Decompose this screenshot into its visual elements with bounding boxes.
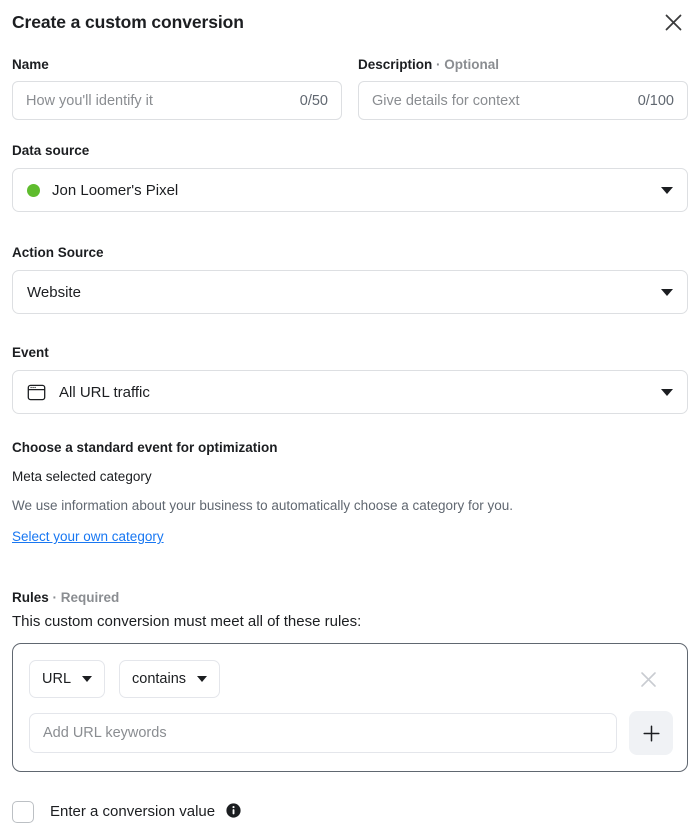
rule-operator-select[interactable]: contains xyxy=(119,660,220,698)
chevron-down-icon xyxy=(661,187,673,194)
chevron-down-icon xyxy=(82,676,92,682)
chevron-down-icon xyxy=(197,676,207,682)
optimization-subheading: Meta selected category xyxy=(12,469,688,484)
close-icon xyxy=(665,14,682,31)
info-icon[interactable] xyxy=(226,803,241,822)
name-description-row: Name How you'll identify it 0/50 Descrip… xyxy=(12,56,688,120)
optimization-heading: Choose a standard event for optimization xyxy=(12,440,688,455)
conversion-value-checkbox[interactable] xyxy=(12,801,34,823)
optimization-section: Choose a standard event for optimization… xyxy=(12,440,688,546)
close-button[interactable] xyxy=(660,9,686,35)
plus-icon xyxy=(642,724,661,743)
rule-parameter-value: URL xyxy=(42,671,71,687)
chevron-down-icon xyxy=(661,289,673,296)
conversion-value-label: Enter a conversion value xyxy=(50,803,241,822)
action-source-group: Action Source Website xyxy=(12,244,688,314)
rules-sentence: This custom conversion must meet all of … xyxy=(12,613,688,630)
name-char-counter: 0/50 xyxy=(300,93,328,109)
action-source-label: Action Source xyxy=(12,244,688,261)
browser-window-icon xyxy=(27,383,46,402)
rule-card: URL contains Add URL keywords xyxy=(12,643,688,772)
description-input[interactable]: Give details for context 0/100 xyxy=(358,81,688,120)
name-label: Name xyxy=(12,56,342,73)
name-field-group: Name How you'll identify it 0/50 xyxy=(12,56,342,120)
description-label-optional: Optional xyxy=(444,57,499,72)
conversion-value-label-text: Enter a conversion value xyxy=(50,803,215,820)
create-custom-conversion-dialog: Create a custom conversion Name How you'… xyxy=(0,0,700,840)
rule-operator-value: contains xyxy=(132,671,186,687)
optimization-description: We use information about your business t… xyxy=(12,497,688,515)
remove-rule-button[interactable] xyxy=(635,666,661,692)
rule-parameter-select[interactable]: URL xyxy=(29,660,105,698)
conversion-value-row: Enter a conversion value xyxy=(12,801,688,823)
rules-label-separator: · xyxy=(53,590,58,605)
event-select[interactable]: All URL traffic xyxy=(12,370,688,414)
dialog-title: Create a custom conversion xyxy=(12,11,244,33)
rules-label: Rules · Required xyxy=(12,589,688,606)
url-keywords-placeholder: Add URL keywords xyxy=(43,725,167,741)
description-label: Description · Optional xyxy=(358,56,688,73)
data-source-label: Data source xyxy=(12,142,688,159)
data-source-select[interactable]: Jon Loomer's Pixel xyxy=(12,168,688,212)
add-keyword-button[interactable] xyxy=(629,711,673,755)
event-group: Event All URL traffic xyxy=(12,344,688,414)
data-source-group: Data source Jon Loomer's Pixel xyxy=(12,142,688,212)
description-input-placeholder: Give details for context xyxy=(372,93,630,109)
rules-section: Rules · Required This custom conversion … xyxy=(12,589,688,772)
description-label-text: Description xyxy=(358,57,432,72)
data-source-value: Jon Loomer's Pixel xyxy=(52,182,651,199)
name-input-placeholder: How you'll identify it xyxy=(26,93,292,109)
rules-label-required: Required xyxy=(61,590,120,605)
select-own-category-link[interactable]: Select your own category xyxy=(12,529,164,544)
event-value: All URL traffic xyxy=(59,384,651,401)
description-field-group: Description · Optional Give details for … xyxy=(358,56,688,120)
active-status-dot xyxy=(27,184,40,197)
chevron-down-icon xyxy=(661,389,673,396)
action-source-select[interactable]: Website xyxy=(12,270,688,314)
name-input[interactable]: How you'll identify it 0/50 xyxy=(12,81,342,120)
url-keywords-input[interactable]: Add URL keywords xyxy=(29,713,617,753)
action-source-value: Website xyxy=(27,284,651,301)
rules-label-text: Rules xyxy=(12,590,49,605)
dialog-header: Create a custom conversion xyxy=(12,0,688,35)
description-char-counter: 0/100 xyxy=(638,93,674,109)
description-label-separator: · xyxy=(436,57,441,72)
event-label: Event xyxy=(12,344,688,361)
rule-keywords-row: Add URL keywords xyxy=(29,711,673,755)
close-icon xyxy=(640,671,657,688)
rule-controls-row: URL contains xyxy=(29,660,673,698)
